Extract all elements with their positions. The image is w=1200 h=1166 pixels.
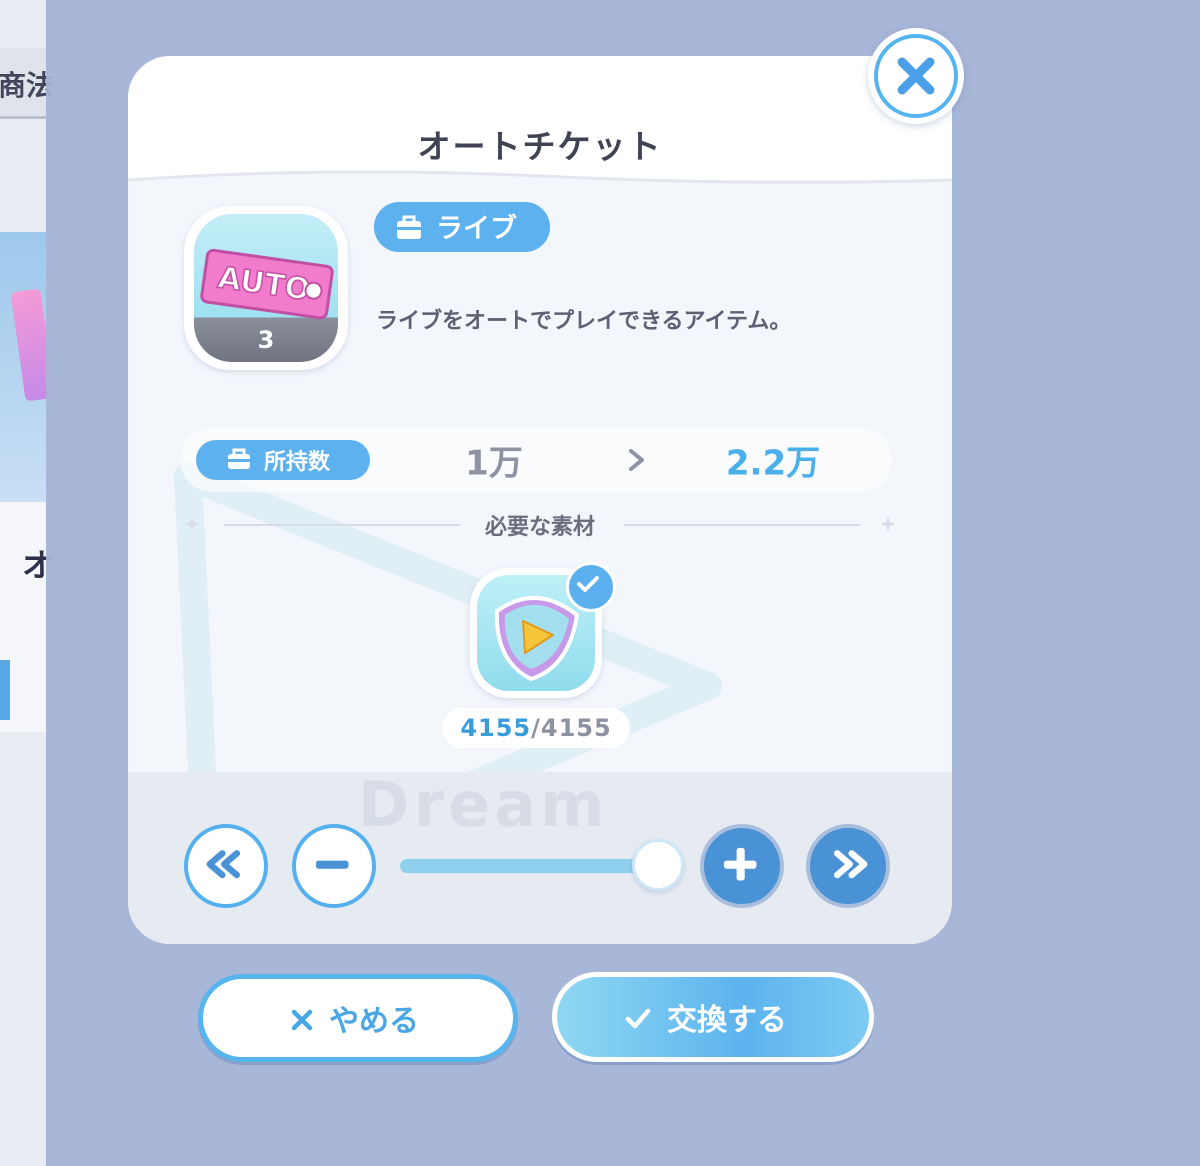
owned-after: 2.2万 [725, 443, 821, 484]
item-thumbnail: AUTO 3 [184, 206, 348, 370]
material-separator: / [531, 714, 541, 742]
decrement-button[interactable] [292, 824, 376, 908]
header-wave [128, 170, 952, 206]
close-button[interactable] [868, 28, 964, 124]
background-accent [0, 660, 10, 720]
owned-current: 1万 [465, 443, 523, 484]
bag-icon [228, 448, 250, 469]
min-quantity-button[interactable] [184, 824, 268, 908]
item-description: ライブをオートでプレイできるアイテム。 [376, 309, 792, 334]
max-quantity-button[interactable] [806, 824, 890, 908]
double-chevron-left-icon [206, 850, 241, 879]
owned-label-pill: 所持数 [196, 440, 370, 480]
close-icon [291, 1009, 313, 1031]
owned-label: 所持数 [264, 450, 331, 475]
exchange-modal: オートチケット AUTO 3 ライブ ライブをオートでプレイできるアイテム。 所… [128, 56, 952, 944]
category-tag: ライブ [374, 202, 550, 252]
check-icon [625, 1008, 651, 1029]
auto-ticket-image: AUTO 3 [194, 214, 338, 362]
material-have: 4155 [460, 714, 532, 742]
increment-button[interactable] [700, 824, 784, 908]
item-count: 3 [257, 326, 275, 354]
slider-handle[interactable] [632, 839, 684, 891]
material-count: 4155/4155 [442, 714, 630, 742]
chevron-right-icon [629, 449, 644, 471]
exchange-button[interactable]: 交換する [552, 972, 874, 1062]
check-icon [566, 562, 616, 612]
material-count-box: 4155/4155 [442, 708, 630, 748]
bag-icon [397, 215, 421, 239]
material-need: 4155 [540, 714, 612, 742]
plus-icon [723, 847, 757, 881]
exchange-button-label: 交換する [667, 1003, 787, 1038]
double-chevron-right-icon [833, 850, 868, 879]
background-panel: 商法 オ [0, 0, 56, 1166]
close-button-ring [874, 34, 958, 118]
category-tag-label: ライブ [436, 213, 517, 245]
quantity-slider[interactable] [400, 859, 658, 873]
slider-fill [400, 859, 658, 873]
footer-watermark: Dream [358, 768, 609, 841]
cancel-button[interactable]: やめる [198, 974, 518, 1062]
close-icon [897, 57, 935, 95]
minus-icon [315, 860, 349, 869]
modal-title: オートチケット [417, 127, 663, 166]
cancel-button-label: やめる [329, 1004, 419, 1039]
materials-label: 必要な素材 [484, 515, 595, 540]
